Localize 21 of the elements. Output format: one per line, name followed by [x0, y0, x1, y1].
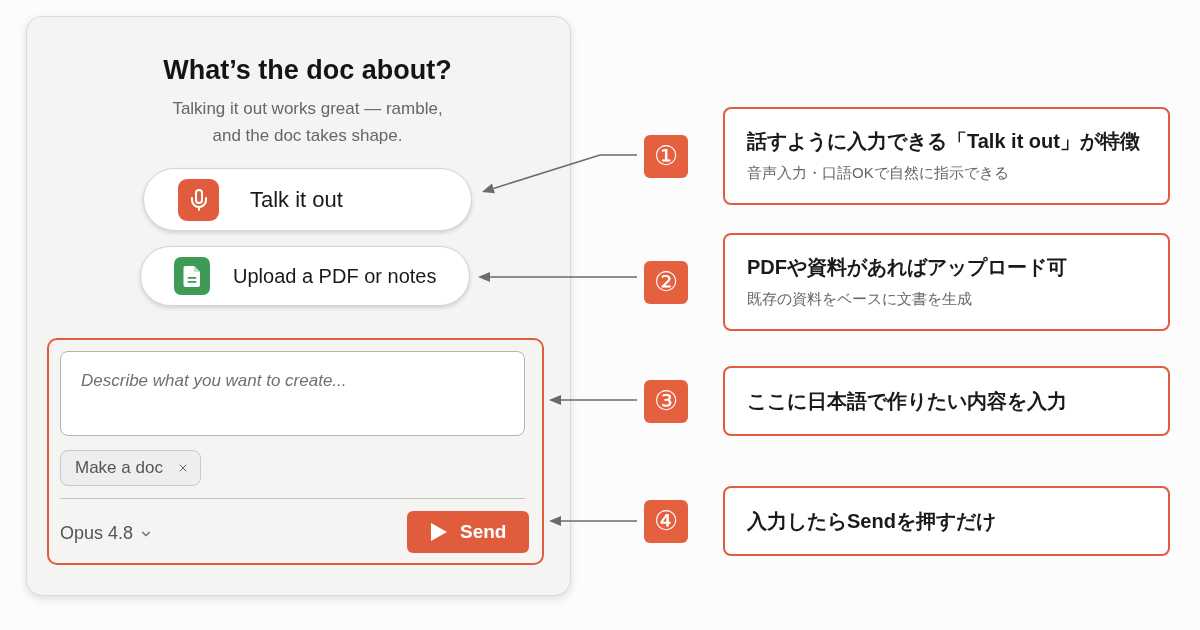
- card-subtitle: Talking it out works great — ramble, and the doc takes shape.: [172, 98, 443, 147]
- talk-it-out-button[interactable]: Talk it out: [143, 168, 472, 231]
- card-title: What’s the doc about?: [163, 54, 452, 87]
- microphone-icon: [178, 178, 219, 221]
- step-number: ②: [644, 260, 688, 304]
- callout-title: 話すように入力できる「Talk it out」が特徴: [747, 129, 1141, 154]
- send-button[interactable]: Send: [407, 511, 529, 553]
- step-number: ③: [644, 379, 688, 423]
- prompt-input[interactable]: Describe what you want to create...: [60, 351, 525, 436]
- callout-title: ここに日本語で作りたい内容を入力: [747, 389, 1068, 414]
- callout-title: PDFや資料があればアップロード可: [747, 255, 1068, 280]
- document-icon: [174, 257, 210, 295]
- play-icon: [431, 523, 447, 541]
- model-dropdown[interactable]: Opus 4.8: [60, 517, 154, 547]
- step-number: ④: [644, 499, 688, 543]
- callout-note: 音声入力・口語OKで自然に指示できる: [747, 163, 1010, 183]
- callout-note: 既存の資料をベースに文書を生成: [747, 289, 973, 309]
- tag-chip[interactable]: Make a doc: [60, 450, 201, 486]
- step-number: ①: [644, 134, 688, 178]
- upload-button[interactable]: Upload a PDF or notes: [140, 246, 470, 306]
- callout-title: 入力したらSendを押すだけ: [747, 509, 997, 534]
